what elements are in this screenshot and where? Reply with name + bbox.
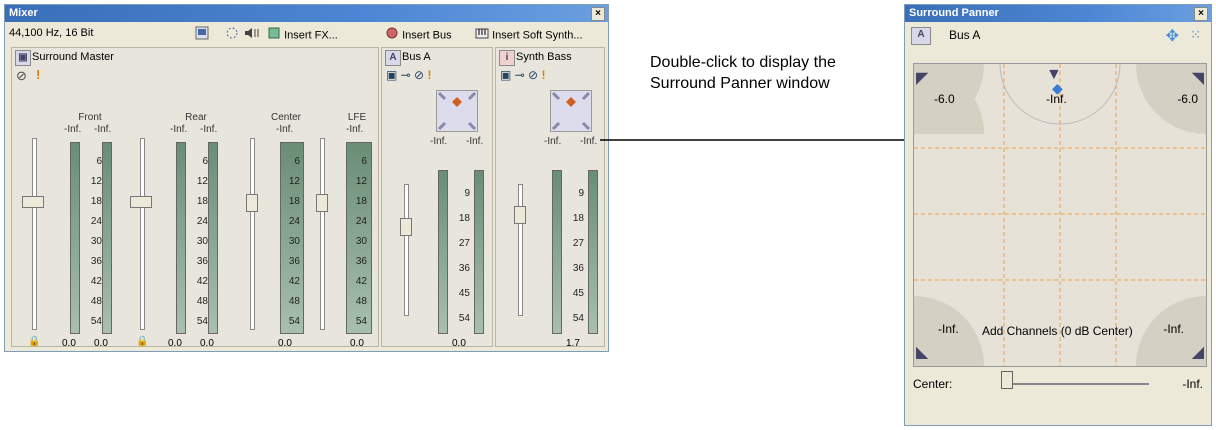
add-channels-label: Add Channels (0 dB Center) xyxy=(982,324,1133,338)
front-center-level: -Inf. xyxy=(1046,92,1067,106)
panner-close-button[interactable]: × xyxy=(1194,7,1208,21)
surround-panner-window: Surround Panner × A Bus A ✥ ⁙ ◤ ▼ ◥ ◣ ◢ … xyxy=(904,4,1212,426)
center-slider-value: -Inf. xyxy=(1182,377,1203,391)
panner-titlebar[interactable]: Surround Panner × xyxy=(905,5,1211,22)
panner-title: Surround Panner xyxy=(909,7,999,19)
pan-field[interactable]: ◤ ▼ ◥ ◣ ◢ ◆ -6.0 -Inf. -6.0 -Inf. -Inf. … xyxy=(913,63,1207,367)
surround-icon[interactable]: ⁙ xyxy=(1190,27,1201,43)
rear-right-speaker-icon[interactable]: ◢ xyxy=(1192,342,1204,362)
center-slider-track[interactable] xyxy=(1001,383,1149,385)
front-right-speaker-icon[interactable]: ◥ xyxy=(1192,68,1204,88)
front-left-level: -6.0 xyxy=(934,92,955,106)
front-left-speaker-icon[interactable]: ◤ xyxy=(916,68,928,88)
panner-bus-name: Bus A xyxy=(949,28,981,42)
center-slider-thumb[interactable] xyxy=(1001,371,1013,389)
rear-left-level: -Inf. xyxy=(938,322,959,336)
pan-field-graphic xyxy=(914,64,1206,366)
move-icon[interactable]: ✥ xyxy=(1166,26,1179,46)
front-right-level: -6.0 xyxy=(1177,92,1198,106)
bus-letter-icon[interactable]: A xyxy=(911,27,931,45)
rear-right-level: -Inf. xyxy=(1163,322,1184,336)
rear-left-speaker-icon[interactable]: ◣ xyxy=(916,342,928,362)
center-slider-label: Center: xyxy=(913,377,953,391)
